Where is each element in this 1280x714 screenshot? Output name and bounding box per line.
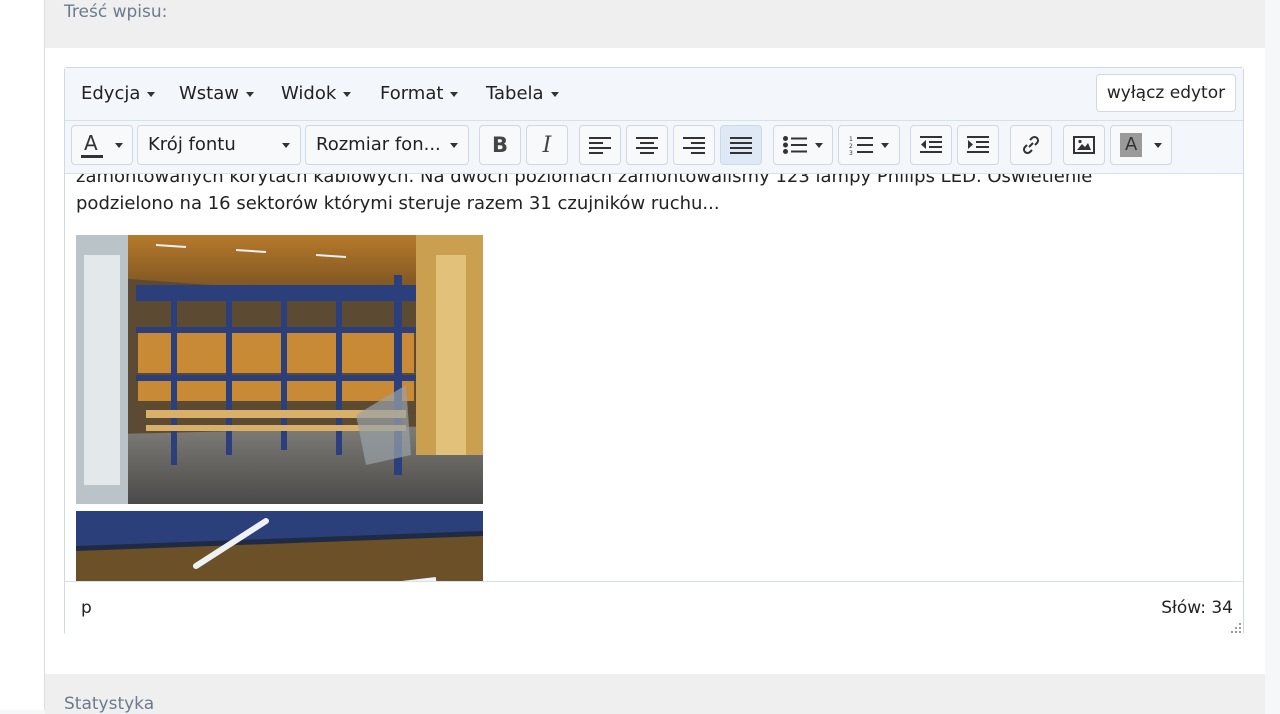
chevron-down-icon xyxy=(147,91,156,97)
svg-text:1: 1 xyxy=(849,136,853,143)
svg-text:3: 3 xyxy=(849,150,853,155)
resize-handle-icon[interactable] xyxy=(1231,623,1241,633)
menu-table[interactable]: Tabela xyxy=(486,82,559,106)
text-color-glyph: A xyxy=(84,131,98,155)
disable-editor-button[interactable]: wyłącz edytor xyxy=(1096,74,1236,112)
panel-header: Treść wpisu: xyxy=(45,0,1265,48)
menu-table-label: Tabela xyxy=(486,83,544,104)
rich-text-editor: Edycja Wstaw Widok Format Tabela wyłącz … xyxy=(64,67,1244,635)
content-paragraph-line: zamontowanych korytach kablowych. Na dwó… xyxy=(76,174,1093,187)
link-icon xyxy=(1022,135,1040,155)
editor-content-area[interactable]: zamontowanych korytach kablowych. Na dwó… xyxy=(65,174,1243,581)
insert-image-button[interactable] xyxy=(1063,125,1105,165)
editor-statusbar: p Słów: 34 xyxy=(65,581,1243,635)
chevron-down-icon xyxy=(450,143,458,148)
font-family-value: Krój fontu xyxy=(148,134,236,155)
image-icon xyxy=(1073,136,1095,154)
text-color-button[interactable]: A xyxy=(71,125,133,165)
menu-format[interactable]: Format xyxy=(380,82,459,106)
bullet-list-button[interactable] xyxy=(773,125,833,165)
panel-title: Treść wpisu: xyxy=(64,2,168,22)
italic-button[interactable]: I xyxy=(526,125,568,165)
numbered-list-icon: 123 xyxy=(849,136,873,155)
indent-button[interactable] xyxy=(957,125,999,165)
menu-view-label: Widok xyxy=(281,83,337,104)
font-size-value: Rozmiar fon... xyxy=(316,134,441,155)
menu-format-label: Format xyxy=(380,83,444,104)
chevron-down-icon xyxy=(550,91,559,97)
italic-icon: I xyxy=(542,132,552,158)
svg-text:2: 2 xyxy=(849,143,853,150)
align-left-button[interactable] xyxy=(579,125,621,165)
warehouse-mezzanine-photo[interactable] xyxy=(76,235,483,504)
align-left-icon xyxy=(589,137,611,154)
chevron-down-icon xyxy=(450,91,459,97)
outdent-icon xyxy=(920,136,942,153)
chevron-down-icon xyxy=(282,143,290,148)
bold-icon: B xyxy=(491,133,508,157)
chevron-down-icon xyxy=(815,142,823,148)
numbered-list-button[interactable]: 123 xyxy=(838,125,900,165)
menu-insert[interactable]: Wstaw xyxy=(179,82,254,106)
chevron-down-icon xyxy=(881,142,889,148)
background-color-button[interactable]: A xyxy=(1110,125,1172,165)
bold-button[interactable]: B xyxy=(479,125,521,165)
post-content-panel: Treść wpisu: Edycja Wstaw Widok Format T… xyxy=(45,0,1265,714)
statistics-section-header: Statystyka xyxy=(45,674,1265,714)
align-justify-icon xyxy=(730,137,752,154)
link-button[interactable] xyxy=(1010,125,1052,165)
page-left-gutter xyxy=(0,0,45,710)
align-center-icon xyxy=(636,137,658,154)
background-color-icon: A xyxy=(1120,133,1142,157)
led-lamp-photo[interactable] xyxy=(76,511,483,581)
menu-view[interactable]: Widok xyxy=(281,82,352,106)
chevron-down-icon xyxy=(115,142,123,148)
menu-edit-label: Edycja xyxy=(81,83,141,104)
editor-toolbar: A Krój fontu Rozmiar fon... B I 1 2 3 A xyxy=(65,121,1243,174)
outdent-button[interactable] xyxy=(910,125,952,165)
statistics-title: Statystyka xyxy=(64,694,155,714)
background-color-glyph: A xyxy=(1125,134,1138,155)
chevron-down-icon xyxy=(343,91,352,97)
indent-icon xyxy=(967,136,989,153)
font-family-dropdown[interactable]: Krój fontu xyxy=(137,125,301,165)
align-right-icon xyxy=(683,137,705,154)
word-count: Słów: 34 xyxy=(1161,598,1233,618)
bullet-list-icon xyxy=(783,136,807,154)
editor-menubar: Edycja Wstaw Widok Format Tabela wyłącz … xyxy=(65,68,1243,121)
text-color-icon: A xyxy=(81,131,103,159)
align-justify-button[interactable] xyxy=(720,125,762,165)
text-color-swatch xyxy=(81,155,103,158)
menu-insert-label: Wstaw xyxy=(179,83,239,104)
menu-edit[interactable]: Edycja xyxy=(81,82,156,106)
font-size-dropdown[interactable]: Rozmiar fon... xyxy=(305,125,469,165)
chevron-down-icon xyxy=(246,91,254,97)
align-center-button[interactable] xyxy=(626,125,668,165)
content-paragraph-line: podzielono na 16 sektorów którymi steruj… xyxy=(76,193,720,214)
element-path[interactable]: p xyxy=(81,598,92,618)
align-right-button[interactable] xyxy=(673,125,715,165)
chevron-down-icon xyxy=(1154,142,1162,148)
